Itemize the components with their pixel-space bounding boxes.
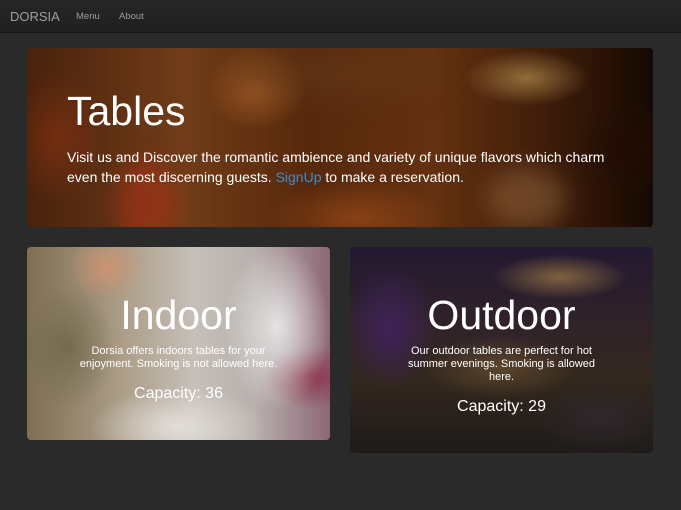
indoor-title: Indoor bbox=[120, 292, 237, 338]
outdoor-card[interactable]: Outdoor Our outdoor tables are perfect f… bbox=[350, 247, 653, 453]
nav-link-menu[interactable]: Menu bbox=[76, 11, 100, 22]
outdoor-description: Our outdoor tables are perfect for hot s… bbox=[407, 345, 596, 383]
outdoor-capacity: Capacity: 29 bbox=[457, 398, 546, 415]
indoor-description: Dorsia offers indoors tables for your en… bbox=[79, 345, 278, 370]
indoor-capacity: Capacity: 36 bbox=[134, 385, 223, 402]
brand-link[interactable]: DORSIA bbox=[10, 9, 60, 24]
hero-text-after: to make a reservation. bbox=[321, 169, 464, 185]
hero-overlay bbox=[27, 48, 653, 227]
signup-link[interactable]: SignUp bbox=[276, 169, 322, 185]
indoor-card[interactable]: Indoor Dorsia offers indoors tables for … bbox=[27, 247, 330, 440]
hero-description: Visit us and Discover the romantic ambie… bbox=[67, 147, 627, 187]
card-overlay bbox=[27, 247, 330, 440]
outdoor-title: Outdoor bbox=[427, 292, 576, 338]
navbar: DORSIA Menu About bbox=[0, 0, 681, 33]
nav-link-about[interactable]: About bbox=[119, 11, 144, 22]
hero-title: Tables bbox=[67, 88, 186, 134]
hero-banner: Tables Visit us and Discover the romanti… bbox=[27, 48, 653, 227]
